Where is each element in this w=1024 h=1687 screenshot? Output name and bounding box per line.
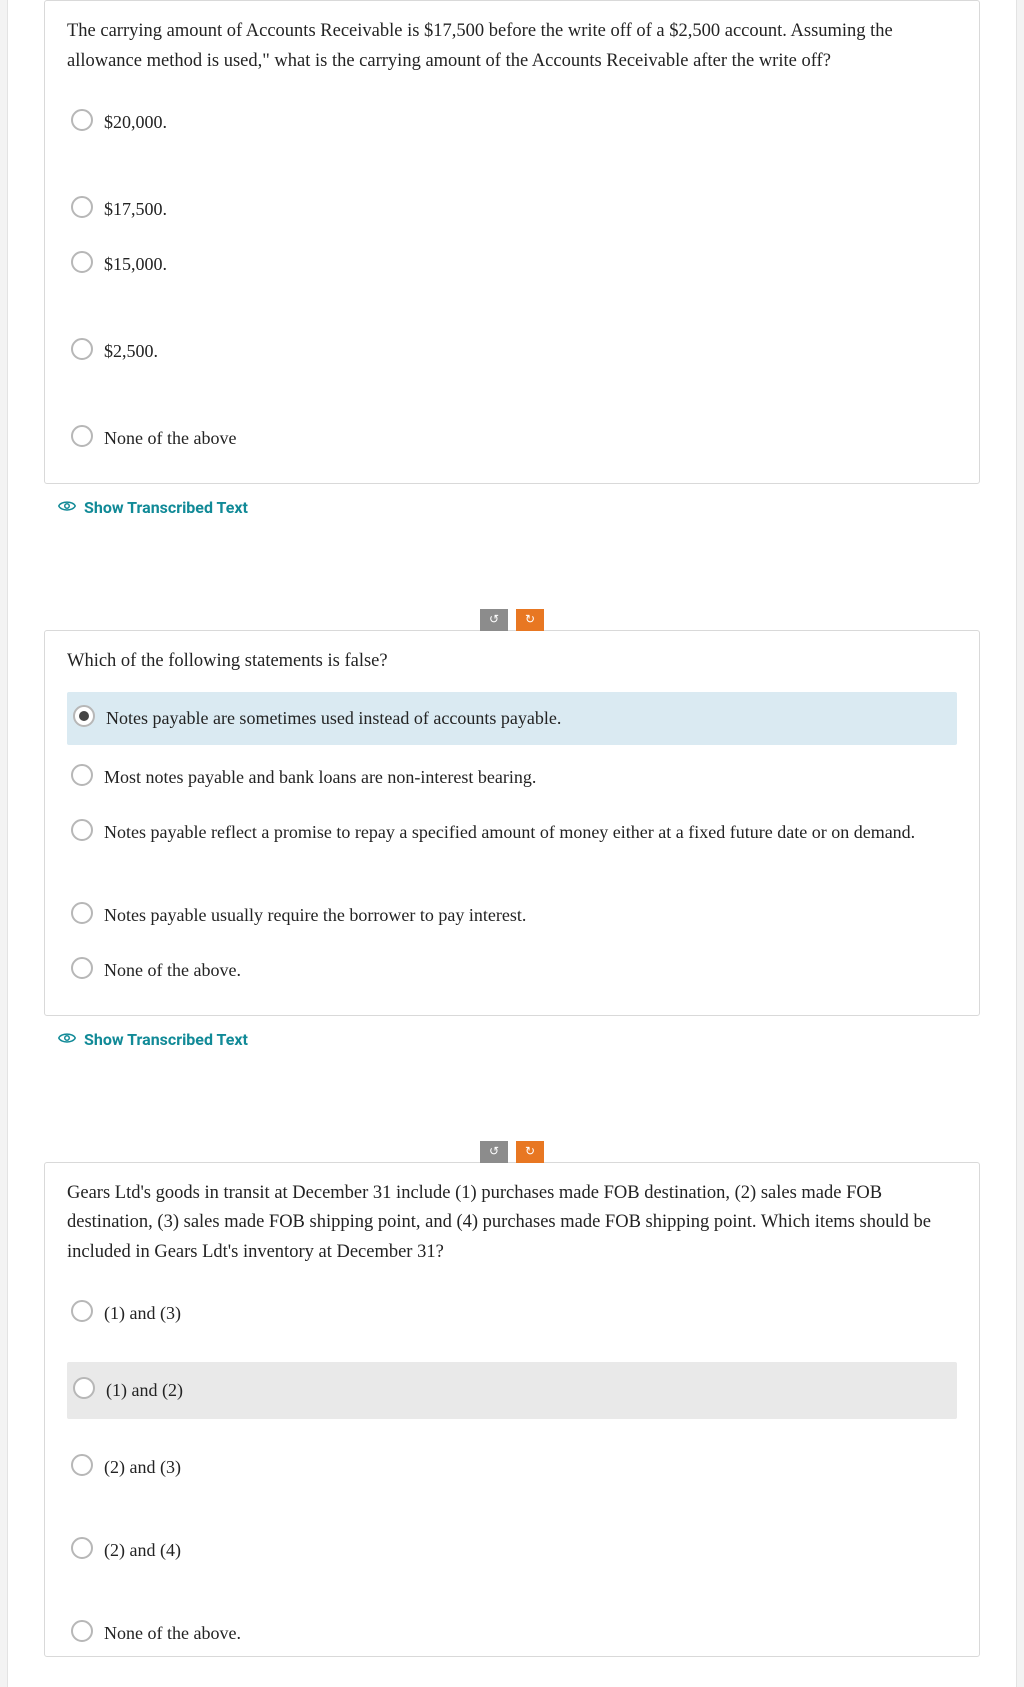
radio-icon[interactable] [71, 764, 93, 786]
radio-icon[interactable] [71, 1454, 93, 1476]
radio-icon[interactable] [73, 1377, 95, 1399]
options-group: $20,000. $17,500. $15,000. $2,500. None … [67, 100, 957, 460]
option-label: Notes payable reflect a promise to repay… [104, 818, 915, 847]
option-label: $15,000. [104, 250, 167, 279]
eye-icon [58, 498, 76, 517]
option-row[interactable]: Notes payable are sometimes used instead… [67, 692, 957, 745]
option-label: (2) and (3) [104, 1453, 181, 1482]
rotate-left-icon: ↺ [489, 1144, 499, 1159]
spacer [44, 517, 980, 609]
option-label: (2) and (4) [104, 1536, 181, 1565]
radio-icon[interactable] [71, 196, 93, 218]
option-row[interactable]: $2,500. [67, 329, 957, 374]
rotate-left-icon: ↺ [489, 612, 499, 627]
radio-icon[interactable] [73, 705, 95, 727]
radio-icon[interactable] [71, 819, 93, 841]
nav-buttons: ↺ ↻ [44, 1141, 980, 1163]
question-prompt: Gears Ltd's goods in transit at December… [67, 1179, 957, 1268]
option-row[interactable]: Notes payable usually require the borrow… [67, 893, 957, 938]
show-transcribed-link[interactable]: Show Transcribed Text [58, 1030, 980, 1049]
option-row[interactable]: $17,500. [67, 187, 957, 232]
radio-icon[interactable] [71, 338, 93, 360]
option-row[interactable]: None of the above. [67, 948, 957, 993]
option-label: (1) and (2) [106, 1376, 183, 1405]
nav-next-button[interactable]: ↻ [516, 609, 544, 631]
radio-icon[interactable] [71, 251, 93, 273]
option-label: None of the above. [104, 1619, 241, 1648]
show-transcribed-label: Show Transcribed Text [84, 1030, 248, 1049]
option-label: (1) and (3) [104, 1299, 181, 1328]
question-prompt: The carrying amount of Accounts Receivab… [67, 17, 957, 76]
radio-icon[interactable] [71, 1620, 93, 1642]
question-card-1: The carrying amount of Accounts Receivab… [44, 0, 980, 484]
rotate-right-icon: ↻ [525, 1144, 535, 1159]
option-row[interactable]: None of the above [67, 416, 957, 461]
option-label: $20,000. [104, 108, 167, 137]
question-prompt: Which of the following statements is fal… [67, 647, 957, 677]
radio-icon[interactable] [71, 109, 93, 131]
option-row[interactable]: Most notes payable and bank loans are no… [67, 755, 957, 800]
option-label: Notes payable usually require the borrow… [104, 901, 526, 930]
option-row[interactable]: None of the above. [67, 1611, 957, 1656]
radio-icon[interactable] [71, 902, 93, 924]
show-transcribed-link[interactable]: Show Transcribed Text [58, 498, 980, 517]
option-row[interactable]: $20,000. [67, 100, 957, 145]
options-group: (1) and (3) (1) and (2) (2) and (3) (2) … [67, 1291, 957, 1655]
option-row[interactable]: $15,000. [67, 242, 957, 287]
question-card-2: Which of the following statements is fal… [44, 630, 980, 1016]
option-row[interactable]: (2) and (4) [67, 1528, 957, 1573]
option-label: $17,500. [104, 195, 167, 224]
option-label: Most notes payable and bank loans are no… [104, 763, 536, 792]
radio-icon[interactable] [71, 1537, 93, 1559]
option-label: Notes payable are sometimes used instead… [106, 704, 561, 733]
option-label: None of the above [104, 424, 236, 453]
options-group: Notes payable are sometimes used instead… [67, 692, 957, 992]
option-row[interactable]: (1) and (3) [67, 1291, 957, 1336]
option-row[interactable]: (2) and (3) [67, 1445, 957, 1490]
nav-prev-button[interactable]: ↺ [480, 609, 508, 631]
eye-icon [58, 1030, 76, 1049]
spacer [44, 1049, 980, 1141]
nav-prev-button[interactable]: ↺ [480, 1141, 508, 1163]
option-label: None of the above. [104, 956, 241, 985]
question-card-3: Gears Ltd's goods in transit at December… [44, 1162, 980, 1657]
option-row[interactable]: Notes payable reflect a promise to repay… [67, 810, 957, 855]
rotate-right-icon: ↻ [525, 612, 535, 627]
option-label: $2,500. [104, 337, 158, 366]
radio-icon[interactable] [71, 957, 93, 979]
nav-next-button[interactable]: ↻ [516, 1141, 544, 1163]
nav-buttons: ↺ ↻ [44, 609, 980, 631]
radio-icon[interactable] [71, 425, 93, 447]
option-row[interactable]: (1) and (2) [67, 1362, 957, 1419]
show-transcribed-label: Show Transcribed Text [84, 498, 248, 517]
radio-icon[interactable] [71, 1300, 93, 1322]
